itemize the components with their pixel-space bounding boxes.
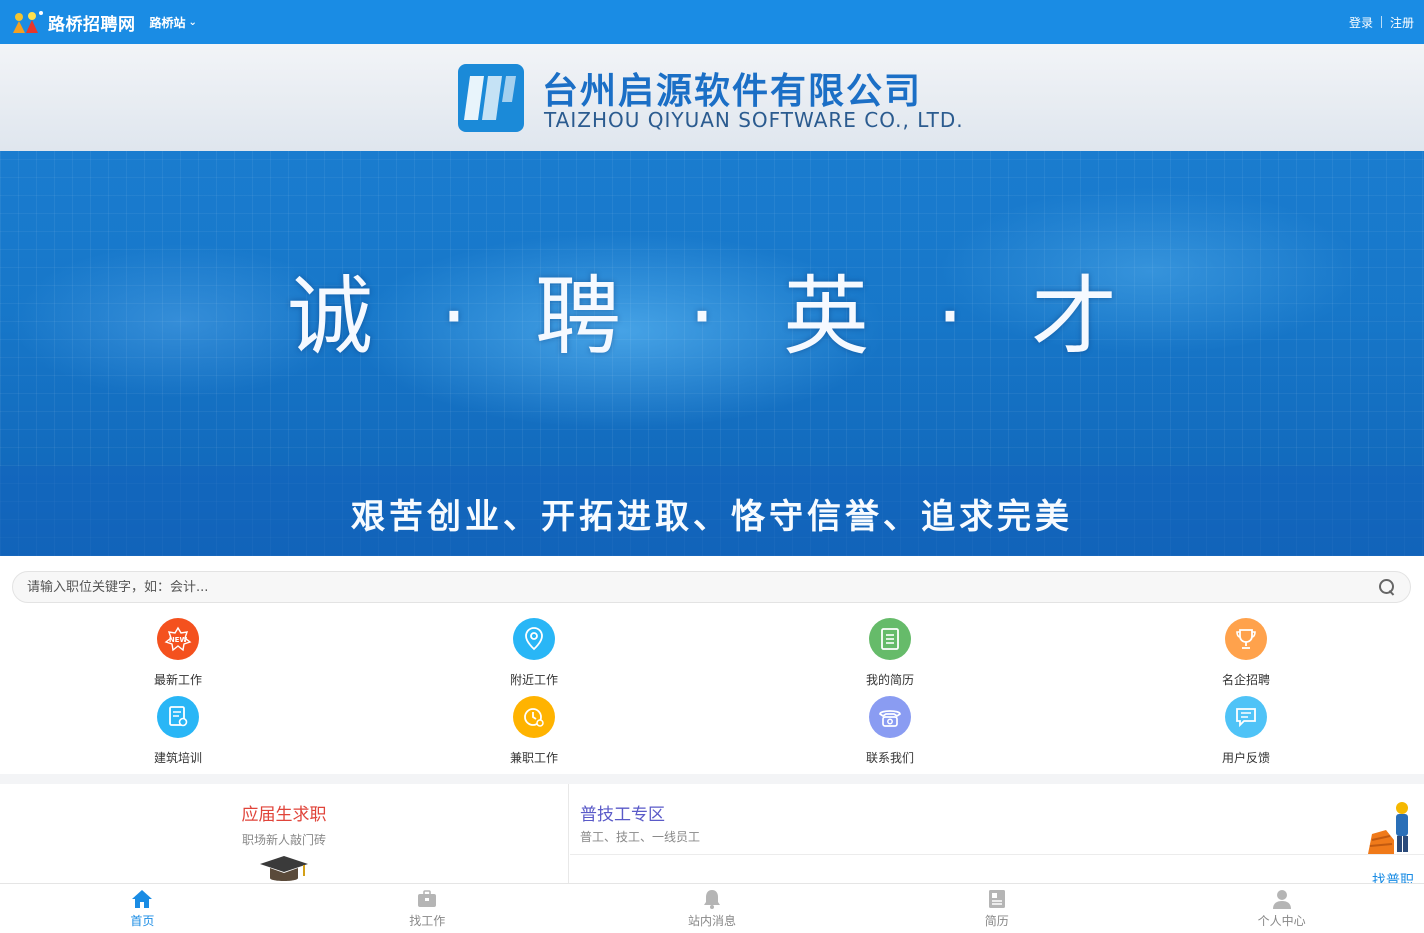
category-label: 附近工作: [509, 673, 558, 687]
category-nearby-jobs[interactable]: 附近工作: [474, 618, 594, 688]
location-pin-icon: [513, 618, 555, 660]
nav-home[interactable]: 首页: [0, 884, 285, 933]
resume-doc-icon: [869, 618, 911, 660]
nav-label: 首页: [130, 914, 155, 928]
company-name-cn: 台州启源软件有限公司: [542, 71, 923, 112]
construction-worker-icon: [1368, 802, 1408, 854]
top-bar: 路桥招聘网 路桥站 ⌄ 登录 注册: [0, 0, 1424, 44]
category-contact-us[interactable]: 联系我们: [830, 696, 950, 766]
resume-icon: [988, 890, 1005, 908]
login-link[interactable]: 登录: [1349, 14, 1373, 31]
company-logo-icon: [458, 64, 524, 132]
hero-banner[interactable]: 台州启源软件有限公司 TAIZHOU QIYUAN SOFTWARE CO., …: [0, 44, 1424, 556]
nav-profile[interactable]: 个人中心: [1139, 884, 1424, 933]
nav-find-job[interactable]: 找工作: [285, 884, 570, 933]
nav-resume[interactable]: 简历: [854, 884, 1139, 933]
nav-label: 简历: [984, 914, 1009, 928]
user-icon: [1272, 890, 1291, 909]
nav-label: 站内消息: [687, 914, 736, 928]
category-construction-training[interactable]: 建筑培训: [118, 696, 238, 766]
banner-motto: 艰苦创业、开拓进取、恪守信誉、追求完美: [351, 497, 1073, 537]
skilled-worker-card[interactable]: 普技工专区 普工、技工、一线员工 找普职: [570, 784, 1424, 889]
nav-label: 个人中心: [1257, 914, 1306, 928]
briefcase-icon: [418, 890, 437, 907]
bottom-nav: 首页 找工作 站内消息 简历 个人中心: [0, 883, 1424, 933]
register-link[interactable]: 注册: [1390, 14, 1414, 31]
logo-stars-icon: [13, 11, 43, 33]
auth-divider: [1380, 16, 1382, 28]
category-label: 名企招聘: [1221, 673, 1270, 687]
category-label: 最新工作: [153, 673, 202, 687]
worker-zone-title: 普技工专区: [580, 805, 665, 825]
bell-icon: [703, 890, 720, 909]
home-icon: [132, 890, 153, 908]
banner-company-header: 台州启源软件有限公司 TAIZHOU QIYUAN SOFTWARE CO., …: [0, 44, 1424, 151]
feedback-icon: [1225, 696, 1267, 738]
graduate-title: 应届生求职: [241, 805, 327, 825]
graduate-subtitle: 职场新人敲门砖: [241, 833, 326, 847]
chevron-down-icon: ⌄: [188, 16, 197, 28]
auth-links: 登录 注册: [1349, 14, 1414, 31]
graduate-jobs-card[interactable]: 应届生求职 职场新人敲门砖: [0, 784, 569, 884]
site-logo[interactable]: 路桥招聘网: [10, 9, 136, 35]
worker-zone-subtitle: 普工、技工、一线员工: [580, 830, 701, 844]
clock-icon: [513, 696, 555, 738]
svg-text:NEW: NEW: [169, 636, 188, 644]
category-label: 我的简历: [865, 673, 914, 687]
category-label: 联系我们: [865, 751, 914, 765]
station-label: 路桥站: [149, 15, 186, 30]
banner-world-map: 诚 · 聘 · 英 · 才 艰苦创业、开拓进取、恪守信誉、追求完美: [0, 151, 1424, 556]
telephone-icon: [869, 696, 911, 738]
category-my-resume[interactable]: 我的简历: [830, 618, 950, 688]
category-latest-jobs[interactable]: NEW 最新工作: [118, 618, 238, 688]
new-badge-icon: NEW: [157, 618, 199, 660]
category-label: 兼职工作: [509, 751, 558, 765]
graduation-cap-icon: [260, 856, 308, 881]
nav-messages[interactable]: 站内消息: [570, 884, 855, 933]
trophy-icon: [1225, 618, 1267, 660]
featured-sections: 应届生求职 职场新人敲门砖 普技工专区 普工、技工、一线员工 找普职: [0, 784, 1424, 889]
search-input[interactable]: [27, 579, 1378, 595]
company-name-en: TAIZHOU QIYUAN SOFTWARE CO., LTD.: [544, 108, 964, 132]
certificate-icon: [157, 696, 199, 738]
category-part-time-jobs[interactable]: 兼职工作: [474, 696, 594, 766]
search-bar[interactable]: [12, 571, 1411, 603]
search-icon[interactable]: [1378, 578, 1396, 596]
station-switcher[interactable]: 路桥站 ⌄: [150, 14, 197, 31]
category-label: 建筑培训: [153, 751, 202, 765]
category-famous-companies[interactable]: 名企招聘: [1186, 618, 1306, 688]
site-name: 路桥招聘网: [48, 14, 136, 35]
banner-slogan: 诚 · 聘 · 英 · 才: [286, 267, 1138, 367]
nav-label: 找工作: [409, 914, 446, 928]
search-and-categories: NEW 最新工作 附近工作 我的简历 名企招聘 建: [0, 556, 1424, 774]
category-label: 用户反馈: [1221, 751, 1270, 765]
card-divider: [570, 854, 1424, 855]
category-user-feedback[interactable]: 用户反馈: [1186, 696, 1306, 766]
